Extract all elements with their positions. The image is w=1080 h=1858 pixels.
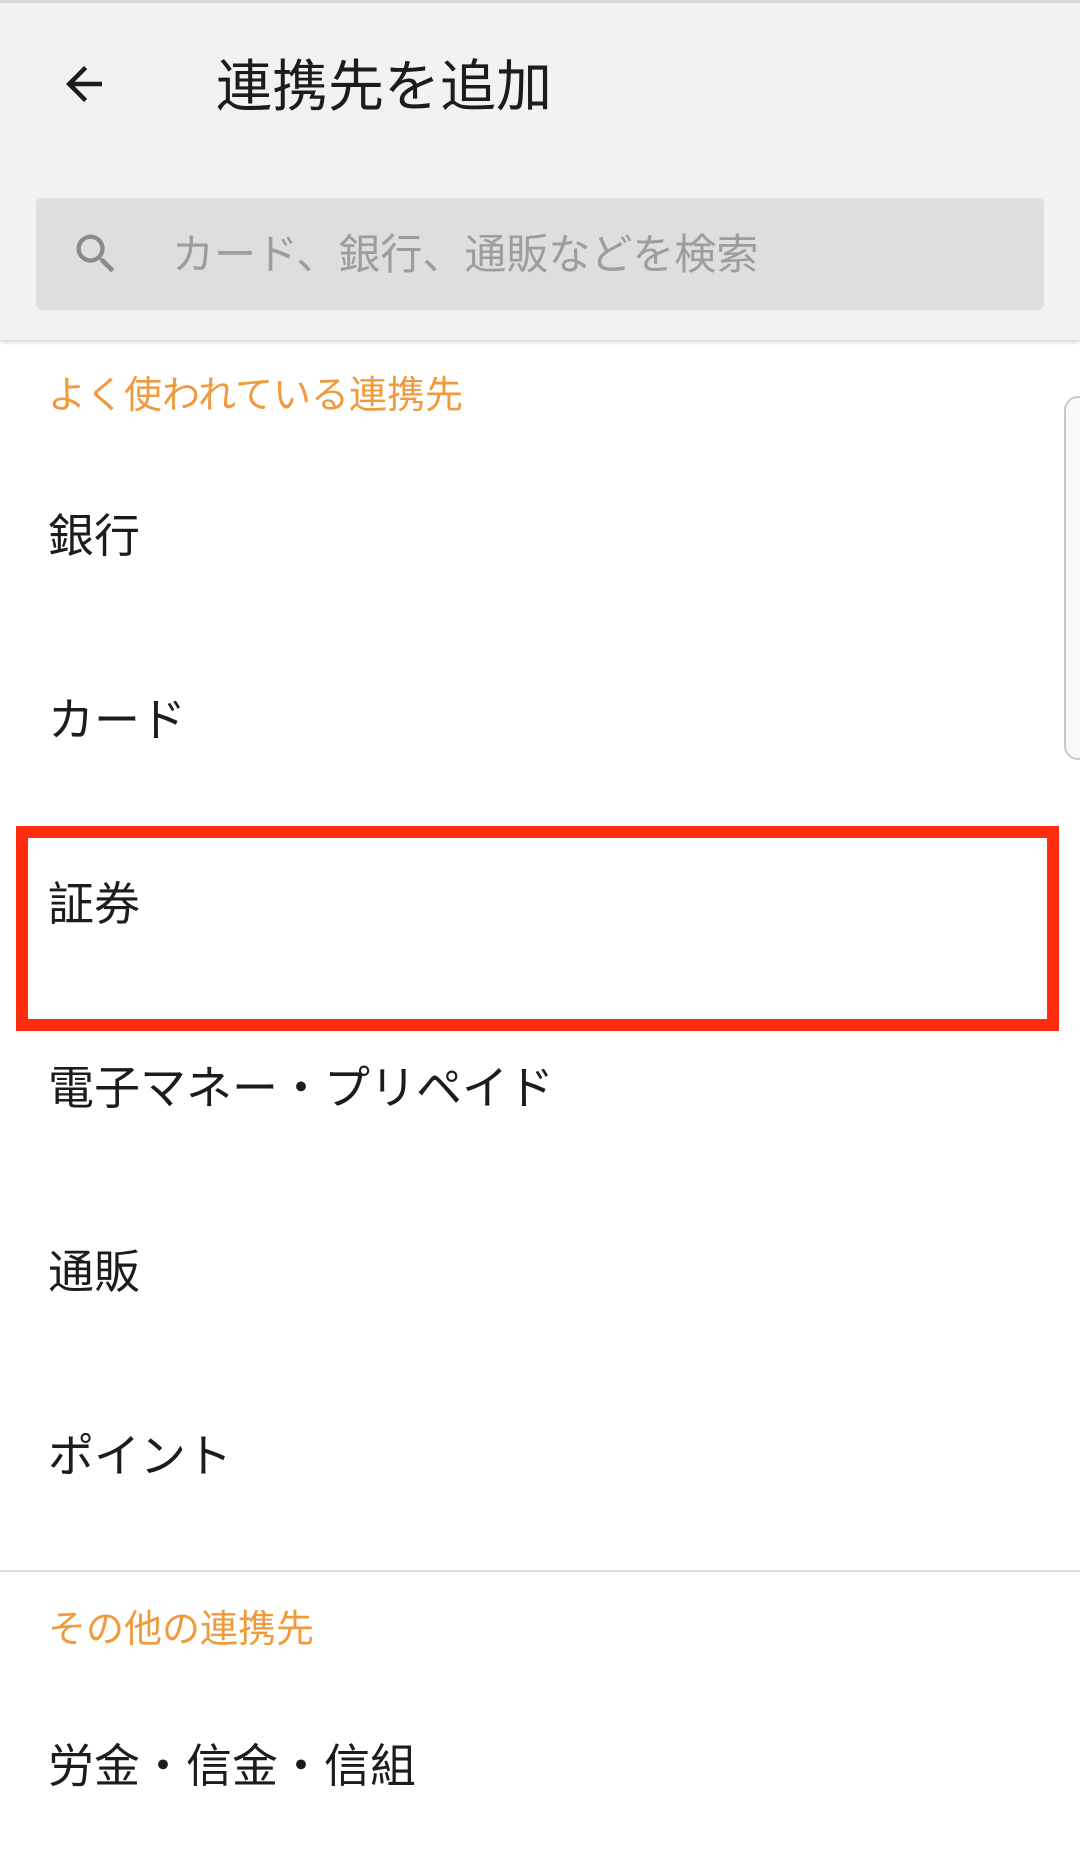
- list-item-label: 労金・信金・信組: [48, 1739, 416, 1793]
- list-item-label: カード: [48, 693, 186, 747]
- list-item-labor-credit-union[interactable]: 労金・信金・信組: [0, 1674, 1080, 1858]
- section-divider: [0, 1570, 1080, 1572]
- list-item-label: 銀行: [48, 509, 140, 563]
- list-item-securities[interactable]: 証券: [0, 812, 1080, 996]
- list-item-points[interactable]: ポイント: [0, 1364, 1080, 1548]
- search-bar[interactable]: [36, 198, 1044, 310]
- back-button[interactable]: [44, 44, 124, 124]
- edge-panel-handle[interactable]: [1064, 396, 1080, 760]
- search-icon: [76, 234, 115, 273]
- status-divider: [0, 0, 1080, 3]
- page-title: 連携先を追加: [216, 55, 552, 120]
- section-header-popular: よく使われている連携先: [48, 373, 463, 417]
- arrow-left-icon: [66, 66, 102, 102]
- search-input[interactable]: [172, 198, 1012, 310]
- list-item-online-shopping[interactable]: 通販: [0, 1180, 1080, 1364]
- app-bar: 連携先を追加: [0, 0, 1080, 340]
- list-item-label: 通販: [48, 1245, 140, 1299]
- list-item-label: 電子マネー・プリペイド: [48, 1061, 554, 1115]
- section-header-other: その他の連携先: [48, 1607, 315, 1651]
- list-item-label: ポイント: [48, 1429, 232, 1483]
- list-item-label: 証券: [48, 877, 140, 931]
- list-item-bank[interactable]: 銀行: [0, 444, 1080, 628]
- list-item-card[interactable]: カード: [0, 628, 1080, 812]
- provider-list: よく使われている連携先 銀行 カード 証券 電子マネー・プリペイド 通販 ポイン…: [0, 340, 1080, 1848]
- list-item-emoney-prepaid[interactable]: 電子マネー・プリペイド: [0, 996, 1080, 1180]
